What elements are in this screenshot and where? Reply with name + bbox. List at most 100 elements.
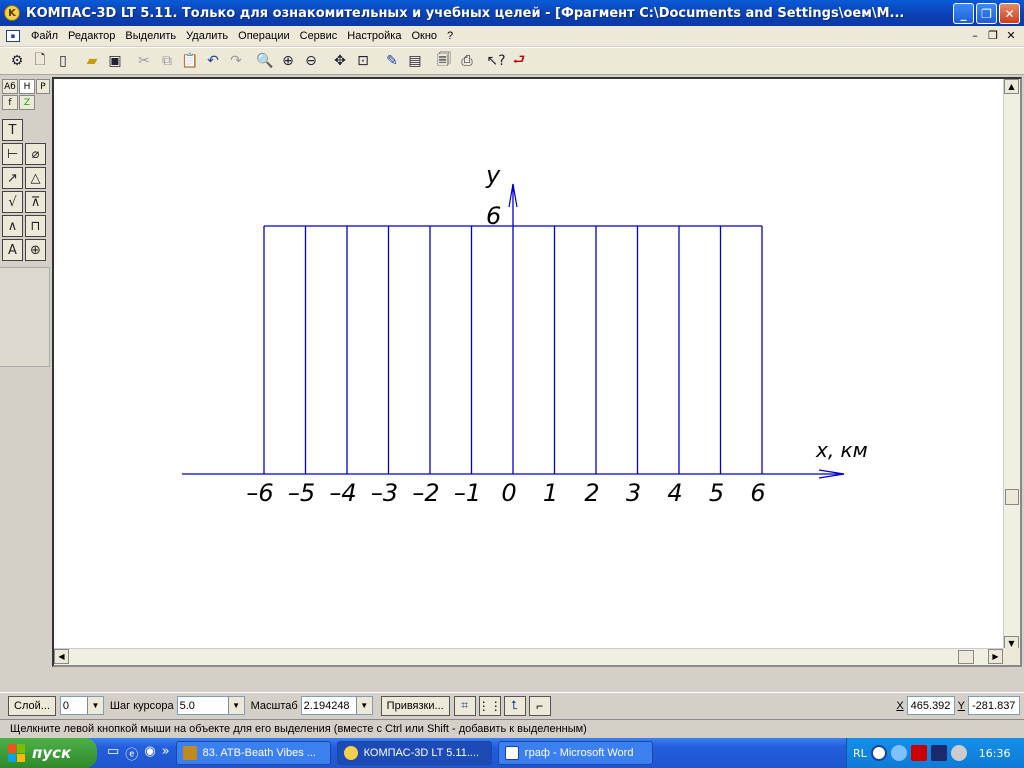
diameter-dimension-icon[interactable]: ⌀ <box>25 143 46 165</box>
zoom-window-icon[interactable]: ⊡ <box>352 50 374 72</box>
main-toolbar: ⚙ 🗋 ▯ ▰ ▣ ✂ ⧉ 📋 ↶ ↷ 🔍 ⊕ ⊖ ✥ ⊡ ✎ ▤ 🗐 ⎙ ↖?… <box>0 47 1024 75</box>
snap-grid-icon[interactable]: ⌗ <box>453 695 476 716</box>
cursor-step-select[interactable]: 5.0 ▼ <box>176 696 245 715</box>
zoom-out-icon[interactable]: ⊖ <box>300 50 322 72</box>
base-mark-icon[interactable]: ⊼ <box>25 191 46 213</box>
scroll-right-icon[interactable]: ▶ <box>988 649 1003 664</box>
task-winamp[interactable]: 83. ATB-Beath Vibes ... <box>175 741 331 765</box>
tolerance-icon[interactable]: ⊓ <box>25 215 46 237</box>
menu-service[interactable]: Сервис <box>295 30 343 42</box>
menu-select[interactable]: Выделить <box>120 30 181 42</box>
zoom-icon[interactable]: 🔍 <box>254 50 276 72</box>
ortho-mode-icon[interactable]: ⌐ <box>528 695 551 716</box>
media-player-icon[interactable]: ◉ <box>144 744 155 763</box>
minimize-button[interactable]: _ <box>953 3 974 24</box>
volume-icon[interactable] <box>950 745 967 761</box>
title-bar[interactable]: K КОМПАС-3D LT 5.11. Только для ознакоми… <box>0 0 1024 26</box>
x-tick-label: 4 <box>667 479 682 507</box>
print-icon[interactable]: ⎙ <box>456 50 478 72</box>
doc-restore-button[interactable]: ❐ <box>986 29 1000 42</box>
angular-dimension-icon[interactable]: △ <box>25 167 46 189</box>
menu-operations[interactable]: Операции <box>233 30 294 42</box>
menu-editor[interactable]: Редактор <box>63 30 120 42</box>
internet-explorer-icon[interactable]: ⓔ <box>125 744 138 763</box>
y-coord-field[interactable]: -281.837 <box>968 696 1020 715</box>
x-axis-label: x, км <box>815 438 868 462</box>
back-arrow-icon[interactable] <box>870 745 887 761</box>
tab-f-icon[interactable]: f <box>2 95 18 110</box>
open-folder-icon[interactable]: ▰ <box>81 50 103 72</box>
vertical-scroll-thumb[interactable] <box>1005 489 1019 505</box>
gear-icon[interactable]: ⚙ <box>6 50 28 72</box>
document-menu-icon[interactable]: ▪ <box>6 30 20 42</box>
task-kompas[interactable]: КОМПАС-3D LT 5.11.... <box>336 741 492 765</box>
tab-z-icon[interactable]: Z <box>19 95 35 110</box>
property-bar: Слой... 0 ▼ Шаг курсора 5.0 ▼ Масштаб 2.… <box>0 692 1024 718</box>
properties-icon[interactable]: ✎ <box>381 50 403 72</box>
chevron-down-icon[interactable]: ▼ <box>355 697 372 714</box>
center-mark-icon[interactable]: ⊕ <box>25 239 46 261</box>
grid-icon[interactable]: ⋮⋮ <box>478 695 502 716</box>
scroll-left-icon[interactable]: ◀ <box>54 649 69 664</box>
local-cs-icon[interactable]: ⮤ <box>503 695 526 716</box>
more-chevron-icon[interactable]: » <box>162 744 170 763</box>
start-button[interactable]: пуск <box>0 738 97 768</box>
layers-icon[interactable]: ▤ <box>404 50 426 72</box>
chevron-down-icon[interactable]: ▼ <box>227 697 244 714</box>
horizontal-scroll-thumb[interactable] <box>958 650 974 664</box>
linear-dimension-icon[interactable]: ⊢ <box>2 143 23 165</box>
layer-select[interactable]: 0 ▼ <box>59 696 104 715</box>
zoom-in-icon[interactable]: ⊕ <box>277 50 299 72</box>
help-icon[interactable]: ↖? <box>485 50 507 72</box>
language-indicator[interactable]: RL <box>853 747 867 760</box>
word-icon <box>504 746 519 760</box>
x-coord-field[interactable]: 465.392 <box>906 696 955 715</box>
paste-icon[interactable]: 📋 <box>179 50 201 72</box>
close-button[interactable]: ✕ <box>999 3 1020 24</box>
task-label: граф - Microsoft Word <box>524 747 634 759</box>
tab-text-icon[interactable]: Aб <box>2 79 18 94</box>
kompas-logo-icon[interactable]: K <box>4 5 20 21</box>
chevron-down-icon[interactable]: ▼ <box>86 697 103 714</box>
menu-help[interactable]: ? <box>442 30 458 42</box>
position-label-icon[interactable]: A <box>2 239 23 261</box>
radial-dimension-icon[interactable]: ↗ <box>2 167 23 189</box>
drawing-canvas[interactable]: –6 –5 –4 –3 –2 –1 0 1 2 3 4 5 6 y 6 x, км ▲ ▼ ◀ ▶ <box>52 77 1022 667</box>
network-icon[interactable] <box>890 745 907 761</box>
doc-minimize-button[interactable]: – <box>968 29 982 42</box>
new-doc-icon[interactable]: 🗋 <box>29 50 51 72</box>
save-icon[interactable]: ▣ <box>104 50 126 72</box>
show-desktop-icon[interactable]: ▭ <box>107 744 119 763</box>
compact-panel: Aб H P f Z T ⊢ ⌀ ↗ △ √ ⊼ ∧ ⊓ A ⊕ <box>0 77 50 667</box>
status-text: Щелкните левой кнопкой мыши на объекте д… <box>10 722 587 735</box>
print-preview-icon[interactable]: 🗐 <box>433 50 455 72</box>
menu-delete[interactable]: Удалить <box>181 30 233 42</box>
scale-select[interactable]: 2.194248 ▼ <box>300 696 373 715</box>
layer-button[interactable]: Слой... <box>8 695 56 716</box>
snaps-button[interactable]: Привязки... <box>380 695 450 716</box>
new-sheet-icon[interactable]: ▯ <box>52 50 74 72</box>
redo-icon[interactable]: ↷ <box>225 50 247 72</box>
copy-icon[interactable]: ⧉ <box>156 50 178 72</box>
tray-app-icon[interactable] <box>930 745 947 761</box>
undo-icon[interactable]: ↶ <box>202 50 224 72</box>
window-controls: _ ❐ ✕ <box>953 3 1020 24</box>
maximize-button[interactable]: ❐ <box>976 3 997 24</box>
vertical-scrollbar[interactable]: ▲ ▼ <box>1003 79 1020 651</box>
text-tool-icon[interactable]: T <box>2 119 23 141</box>
menu-settings[interactable]: Настройка <box>342 30 406 42</box>
cut-icon[interactable]: ✂ <box>133 50 155 72</box>
menu-window[interactable]: Окно <box>406 30 442 42</box>
task-word[interactable]: граф - Microsoft Word <box>497 741 653 765</box>
horizontal-scrollbar[interactable]: ◀ ▶ <box>54 648 1003 665</box>
scroll-up-icon[interactable]: ▲ <box>1004 79 1019 94</box>
tab-p-icon[interactable]: P <box>36 79 50 94</box>
menu-file[interactable]: Файл <box>26 30 63 42</box>
tab-dimension-icon[interactable]: H <box>19 79 35 94</box>
doc-close-button[interactable]: ✕ <box>1004 29 1018 42</box>
roughness-icon[interactable]: √ <box>2 191 23 213</box>
pan-icon[interactable]: ✥ <box>329 50 351 72</box>
kaspersky-icon[interactable] <box>910 745 927 761</box>
exit-icon[interactable]: ⮐ <box>508 50 530 72</box>
leader-icon[interactable]: ∧ <box>2 215 23 237</box>
